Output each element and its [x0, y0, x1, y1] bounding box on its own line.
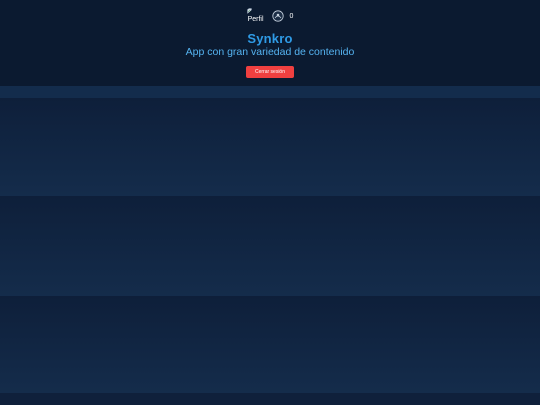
- content-section-2: [0, 196, 540, 296]
- coin-icon: [271, 10, 284, 22]
- credits-display: 0: [271, 10, 294, 22]
- nav-strip: [0, 86, 540, 98]
- top-bar: Perfil 0: [0, 6, 540, 26]
- app-header: Perfil 0 Synkro App con gran variedad de…: [0, 0, 540, 86]
- credits-value: 0: [289, 12, 294, 20]
- broken-image-icon: [246, 8, 252, 14]
- app-brand-title: Synkro: [247, 31, 293, 46]
- app-tagline: App con gran variedad de contenido: [185, 46, 355, 58]
- content-section-1: [0, 98, 540, 196]
- logout-button[interactable]: Cerrar sesión: [246, 66, 294, 78]
- content-section-4: [0, 393, 540, 405]
- profile-link[interactable]: Perfil: [246, 8, 264, 24]
- content-section-3: [0, 296, 540, 393]
